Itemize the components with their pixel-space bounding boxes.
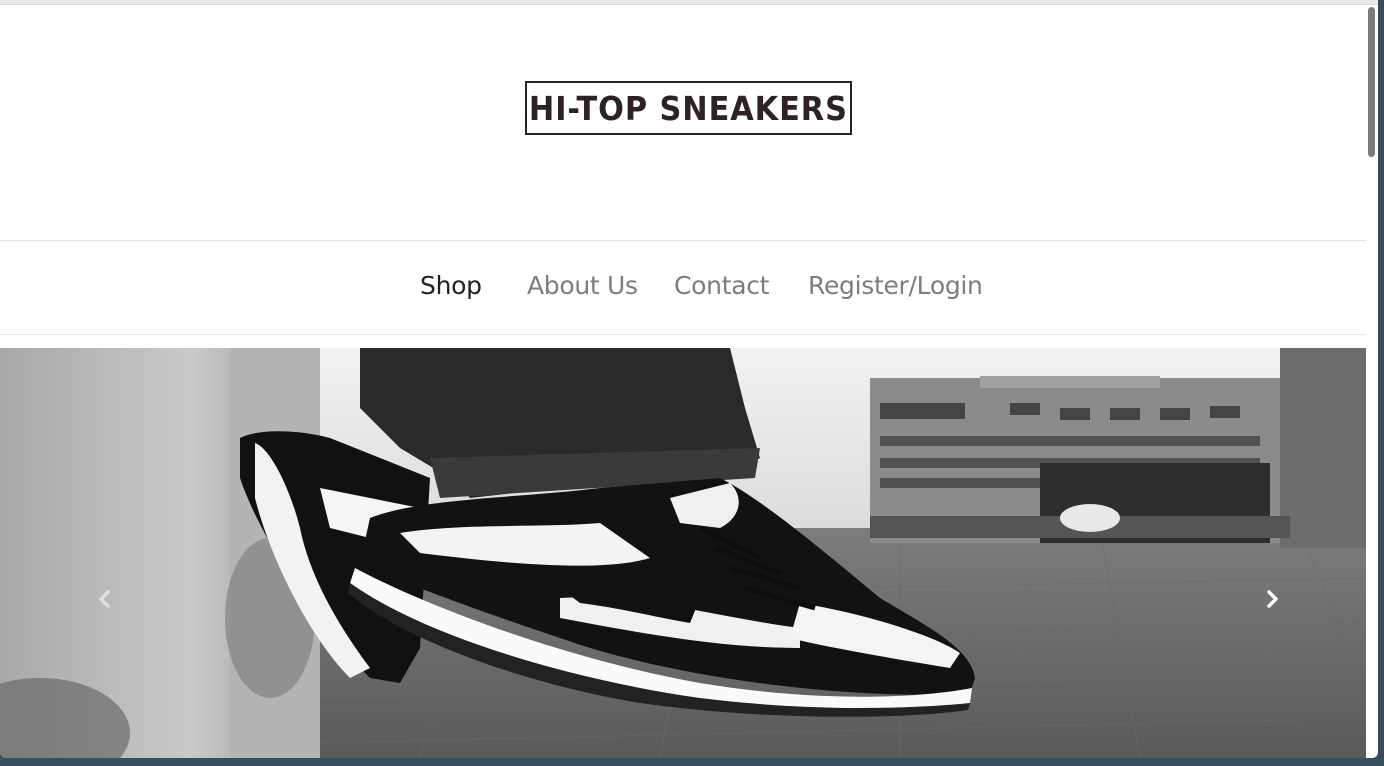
chevron-left-icon <box>99 590 110 608</box>
nav-item-contact[interactable]: Contact <box>674 271 769 300</box>
chevron-right-icon <box>1267 590 1278 608</box>
nav-item-about-us[interactable]: About Us <box>527 271 638 300</box>
hero-image <box>0 348 1378 758</box>
browser-window: HI-TOP SNEAKERS Shop About Us Contact Re… <box>0 0 1378 758</box>
carousel-next-button[interactable] <box>1261 587 1285 611</box>
site-logo[interactable]: HI-TOP SNEAKERS <box>525 81 852 135</box>
logo-text: HI-TOP SNEAKERS <box>528 88 849 128</box>
os-taskbar <box>0 758 1384 766</box>
nav-item-shop[interactable]: Shop <box>420 271 482 300</box>
nav-item-register-login[interactable]: Register/Login <box>808 271 983 300</box>
main-nav: Shop About Us Contact Register/Login <box>0 240 1378 335</box>
scrollbar-thumb[interactable] <box>1368 7 1375 157</box>
hero-carousel <box>0 348 1378 758</box>
vertical-scrollbar[interactable] <box>1366 5 1378 758</box>
site-header: HI-TOP SNEAKERS <box>0 5 1366 240</box>
carousel-prev-button[interactable] <box>92 587 116 611</box>
